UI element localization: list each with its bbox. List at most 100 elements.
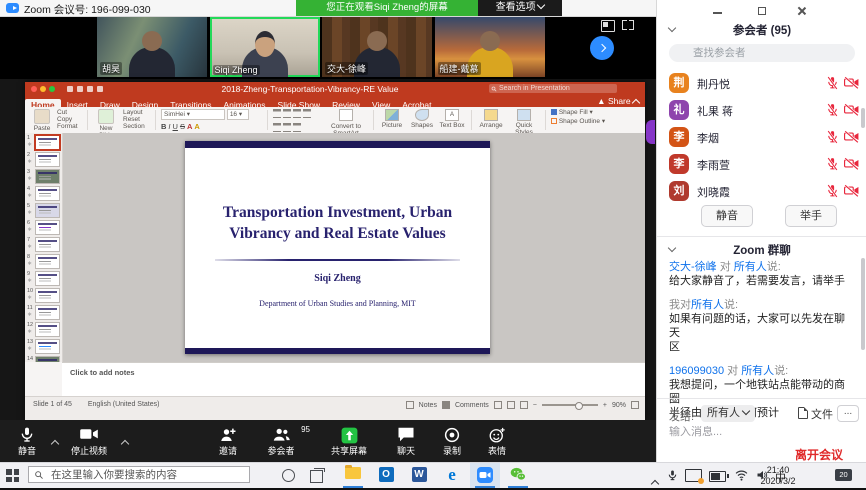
ppt-search-box[interactable]: Search in Presentation: [489, 84, 617, 93]
new-slide-button[interactable]: New Slide: [93, 109, 119, 131]
raise-hand-button[interactable]: 举手: [785, 205, 837, 227]
battery-tray-icon[interactable]: [709, 471, 726, 482]
view-options-button[interactable]: 查看选项: [478, 0, 562, 16]
comments-toggle-icon[interactable]: [442, 401, 450, 409]
redo-qat-icon[interactable]: [97, 86, 103, 92]
fit-to-window-button[interactable]: [631, 401, 639, 409]
slideshow-view-button[interactable]: [520, 401, 528, 409]
wifi-tray-icon[interactable]: [735, 469, 748, 481]
minimize-traffic-light[interactable]: [40, 86, 46, 92]
participant-row[interactable]: 李李雨萱: [657, 151, 866, 178]
format-painter-button[interactable]: Format: [57, 123, 78, 130]
normal-view-button[interactable]: [494, 401, 502, 409]
chat-scrollbar[interactable]: [861, 258, 865, 350]
language-status[interactable]: English (United States): [88, 401, 160, 408]
zoom-taskbar-icon[interactable]: [470, 463, 500, 488]
slide-thumbnail-6[interactable]: 6∗: [25, 218, 62, 235]
annotation-widget[interactable]: [646, 120, 655, 144]
save-qat-icon[interactable]: [77, 86, 83, 92]
gallery-view-icon[interactable]: [601, 20, 615, 32]
notes-toggle-icon[interactable]: [406, 401, 414, 409]
action-center-icon[interactable]: 20: [835, 469, 852, 481]
participant-row[interactable]: 礼礼果 蒋: [657, 97, 866, 124]
slide-thumbnail-8[interactable]: 8∗: [25, 252, 62, 269]
font-size-select[interactable]: 16 ▾: [227, 109, 249, 120]
video-camera-button[interactable]: 停止视频: [58, 424, 120, 460]
word-taskbar-icon[interactable]: W: [404, 463, 434, 488]
chat-message-input[interactable]: [669, 426, 849, 438]
edge-taskbar-icon[interactable]: e: [437, 463, 467, 488]
text-box-button[interactable]: AText Box: [439, 109, 465, 131]
collapse-chat-icon[interactable]: [668, 244, 676, 252]
copy-button[interactable]: Copy: [57, 116, 78, 123]
slide-thumbnail-7[interactable]: 7∗: [25, 235, 62, 252]
maximize-window-button[interactable]: [757, 6, 767, 16]
zoom-in-button[interactable]: +: [603, 402, 607, 409]
send-file-button[interactable]: 文件: [798, 406, 833, 422]
participants-scrollbar[interactable]: [861, 108, 865, 128]
wechat-taskbar-icon[interactable]: [503, 463, 533, 488]
participant-row[interactable]: 刘刘晓霞: [657, 178, 866, 204]
reactions-button[interactable]: 表情: [474, 424, 520, 460]
clock[interactable]: 21:40 2020/3/2: [752, 465, 804, 486]
minimize-window-button[interactable]: [713, 6, 723, 16]
next-participants-button[interactable]: [590, 36, 614, 60]
slide-thumbnail-1[interactable]: 1∗: [25, 133, 62, 150]
section-button[interactable]: Section: [123, 123, 145, 130]
slide-thumbnail-3[interactable]: 3∗: [25, 167, 62, 184]
shapes-button[interactable]: Shapes: [409, 109, 435, 131]
video-tile-1[interactable]: 胡昊: [97, 17, 207, 77]
hidden-icons-chevron[interactable]: [652, 472, 658, 490]
paste-button[interactable]: Paste: [31, 109, 53, 131]
convert-smartart-button[interactable]: Convert to SmartArt: [325, 109, 367, 131]
chevron-up-icon[interactable]: [122, 432, 128, 450]
leave-meeting-button[interactable]: 离开会议: [795, 446, 843, 463]
slide-thumbnail-11[interactable]: 11∗: [25, 303, 62, 320]
chat-more-button[interactable]: ...: [837, 405, 859, 422]
taskbar-search-input[interactable]: [28, 466, 250, 483]
share-screen-button[interactable]: 共享屏幕: [318, 424, 380, 460]
start-button[interactable]: [6, 469, 19, 482]
comments-toggle[interactable]: Comments: [455, 402, 489, 409]
task-view-icon[interactable]: [310, 470, 323, 483]
screen-share-tray-icon[interactable]: [685, 469, 702, 482]
slide-sorter-button[interactable]: [507, 401, 515, 409]
zoom-percent[interactable]: 90%: [612, 402, 626, 409]
close-traffic-light[interactable]: [31, 86, 37, 92]
undo-qat-icon[interactable]: [87, 86, 93, 92]
shape-outline-button[interactable]: Shape Outline ▾: [551, 118, 605, 125]
file-explorer-taskbar-icon[interactable]: [338, 463, 368, 488]
slide-thumbnail-14[interactable]: 14∗: [25, 354, 62, 362]
participant-row[interactable]: 荆荆丹悦: [657, 70, 866, 97]
video-tile-2[interactable]: Siqi Zheng: [210, 17, 320, 77]
close-window-button[interactable]: [797, 6, 807, 16]
fullscreen-icon[interactable]: [622, 20, 634, 30]
slide-thumbnail-10[interactable]: 10∗: [25, 286, 62, 303]
cut-button[interactable]: Cut: [57, 109, 78, 116]
reset-button[interactable]: Reset: [123, 116, 145, 123]
invite-button[interactable]: 邀请: [204, 424, 252, 460]
zoom-slider[interactable]: [542, 404, 598, 406]
layout-button[interactable]: Layout: [123, 109, 145, 116]
search-participants-input[interactable]: [669, 44, 855, 62]
slide-thumbnail-9[interactable]: 9∗: [25, 269, 62, 286]
font-format-buttons[interactable]: BIUSAA: [161, 122, 249, 131]
shape-fill-button[interactable]: Shape Fill ▾: [551, 109, 605, 116]
notes-toggle[interactable]: Notes: [419, 402, 437, 409]
zoom-traffic-light[interactable]: [49, 86, 55, 92]
font-name-select[interactable]: SimHei ▾: [161, 109, 225, 120]
slide-thumbnail-13[interactable]: 13∗: [25, 337, 62, 354]
participant-row[interactable]: 李李烟: [657, 124, 866, 151]
slide-thumbnail-5[interactable]: 5∗: [25, 201, 62, 218]
quick-styles-button[interactable]: Quick Styles: [509, 109, 539, 131]
slide-thumbnail-2[interactable]: 2∗: [25, 150, 62, 167]
outlook-taskbar-icon[interactable]: O: [371, 463, 401, 488]
notes-pane[interactable]: Click to add notes: [62, 362, 645, 397]
slide-thumbnail-4[interactable]: 4∗: [25, 184, 62, 201]
chat-button[interactable]: 聊天: [384, 424, 428, 460]
send-to-dropdown[interactable]: 所有人: [701, 405, 755, 422]
collapse-participants-icon[interactable]: [668, 24, 676, 32]
picture-button[interactable]: Picture: [379, 109, 405, 131]
slide-thumbnail-12[interactable]: 12∗: [25, 320, 62, 337]
participants-button[interactable]: 参会者95: [252, 424, 310, 460]
